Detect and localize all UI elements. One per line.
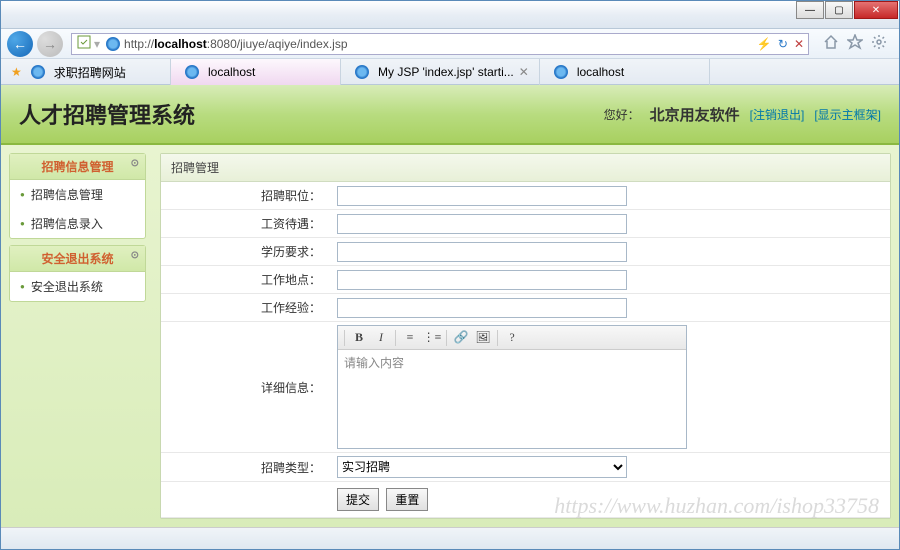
sidebar-box-recruit: 招聘信息管理 招聘信息管理 招聘信息录入 (9, 153, 146, 239)
link-icon[interactable]: 🔗 (451, 329, 471, 347)
tab-label: localhost (208, 65, 255, 79)
favorites-icon[interactable] (847, 34, 863, 53)
sidebar-item-label: 招聘信息管理 (31, 186, 103, 203)
dropdown-icon[interactable]: ▾ (94, 37, 100, 51)
sidebar-item-entry[interactable]: 招聘信息录入 (10, 209, 145, 238)
show-frame-link[interactable]: [显示主框架] (814, 106, 881, 123)
editor-toolbar: B I ≡ ⋮≡ 🔗 🖼 ? (338, 326, 686, 350)
sidebar-item-manage[interactable]: 招聘信息管理 (10, 180, 145, 209)
back-button[interactable]: ← (7, 31, 33, 57)
label-location: 工作地点： (161, 271, 331, 288)
reset-button[interactable]: 重置 (386, 488, 428, 511)
star-icon: ★ (11, 65, 22, 79)
panel-title: 招聘管理 (161, 154, 890, 182)
greeting: 您好： (604, 106, 640, 123)
sidebar-box-title: 安全退出系统 (10, 246, 145, 272)
tab-2[interactable]: My JSP 'index.jsp' starti... ✕ (341, 59, 540, 85)
minimize-button[interactable]: — (796, 1, 824, 19)
ordered-list-icon[interactable]: ≡ (400, 329, 420, 347)
input-education[interactable] (337, 242, 627, 262)
ie-icon (31, 65, 45, 79)
italic-icon[interactable]: I (371, 329, 391, 347)
ie-icon (106, 37, 120, 51)
header-user-area: 您好： 北京用友软件 [注销退出] [显示主框架] (604, 104, 881, 125)
tab-label: My JSP 'index.jsp' starti... (378, 65, 514, 79)
recruit-form: 招聘职位： 工资待遇： 学历要求： 工作地点： 工作经验： 详细信息： B I (161, 182, 890, 518)
settings-icon[interactable] (871, 34, 887, 53)
tab-close-icon[interactable]: ✕ (519, 65, 529, 79)
ie-icon (554, 65, 568, 79)
label-experience: 工作经验： (161, 299, 331, 316)
page-body: 招聘信息管理 招聘信息管理 招聘信息录入 安全退出系统 安全退出系统 招聘管理 … (1, 145, 899, 527)
editor-content[interactable]: 请输入内容 (338, 350, 686, 448)
ie-icon (355, 65, 369, 79)
input-position[interactable] (337, 186, 627, 206)
sidebar-item-label: 招聘信息录入 (31, 215, 103, 232)
ie-icon (185, 65, 199, 79)
input-salary[interactable] (337, 214, 627, 234)
window-titlebar: — ▢ ✕ (1, 1, 899, 29)
bold-icon[interactable]: B (349, 329, 369, 347)
sidebar-box-title: 招聘信息管理 (10, 154, 145, 180)
tab-3[interactable]: localhost (540, 59, 710, 85)
sidebar-item-label: 安全退出系统 (31, 278, 103, 295)
stop-icon[interactable]: ✕ (794, 37, 804, 51)
unordered-list-icon[interactable]: ⋮≡ (422, 329, 442, 347)
help-icon[interactable]: ? (502, 329, 522, 347)
rich-text-editor: B I ≡ ⋮≡ 🔗 🖼 ? (337, 325, 687, 449)
tab-1[interactable]: localhost (171, 59, 341, 85)
label-detail: 详细信息： (161, 379, 331, 396)
input-experience[interactable] (337, 298, 627, 318)
refresh-icon[interactable]: ↻ (778, 37, 788, 51)
username: 北京用友软件 (650, 104, 740, 125)
image-icon[interactable]: 🖼 (473, 329, 493, 347)
url-text: http://localhost:8080/jiuye/aqiye/index.… (124, 37, 757, 51)
select-type[interactable]: 实习招聘 (337, 456, 627, 478)
sidebar-item-exit[interactable]: 安全退出系统 (10, 272, 145, 301)
sidebar: 招聘信息管理 招聘信息管理 招聘信息录入 安全退出系统 安全退出系统 (1, 145, 146, 527)
compat-icon[interactable]: ⚡ (757, 37, 772, 51)
tab-label: 求职招聘网站 (54, 64, 126, 81)
sidebar-box-exit: 安全退出系统 安全退出系统 (9, 245, 146, 302)
form-panel: 招聘管理 招聘职位： 工资待遇： 学历要求： 工作地点： 工作经验： 详细信息：… (160, 153, 891, 519)
submit-button[interactable]: 提交 (337, 488, 379, 511)
main-area: 招聘管理 招聘职位： 工资待遇： 学历要求： 工作地点： 工作经验： 详细信息：… (146, 145, 899, 527)
browser-tabs: ★ 求职招聘网站 localhost My JSP 'index.jsp' sta… (1, 59, 899, 85)
browser-window: — ▢ ✕ ← → ▾ http://localhost:8080/jiuye/… (0, 0, 900, 550)
tab-0[interactable]: ★ 求职招聘网站 (1, 59, 171, 85)
tab-label: localhost (577, 65, 624, 79)
label-type: 招聘类型： (161, 459, 331, 476)
security-icon (76, 34, 92, 53)
logout-link[interactable]: [注销退出] (750, 106, 805, 123)
label-education: 学历要求： (161, 243, 331, 260)
browser-navbar: ← → ▾ http://localhost:8080/jiuye/aqiye/… (1, 29, 899, 59)
address-bar[interactable]: ▾ http://localhost:8080/jiuye/aqiye/inde… (71, 33, 809, 55)
close-button[interactable]: ✕ (854, 1, 898, 19)
forward-button[interactable]: → (37, 31, 63, 57)
input-location[interactable] (337, 270, 627, 290)
statusbar (1, 527, 899, 549)
maximize-button[interactable]: ▢ (825, 1, 853, 19)
page-header: 人才招聘管理系统 您好： 北京用友软件 [注销退出] [显示主框架] (1, 85, 899, 145)
home-icon[interactable] (823, 34, 839, 53)
label-salary: 工资待遇： (161, 215, 331, 232)
page-content: 人才招聘管理系统 您好： 北京用友软件 [注销退出] [显示主框架] 招聘信息管… (1, 85, 899, 527)
page-title: 人才招聘管理系统 (19, 98, 195, 130)
label-position: 招聘职位： (161, 187, 331, 204)
toolbar-icons (817, 34, 893, 53)
